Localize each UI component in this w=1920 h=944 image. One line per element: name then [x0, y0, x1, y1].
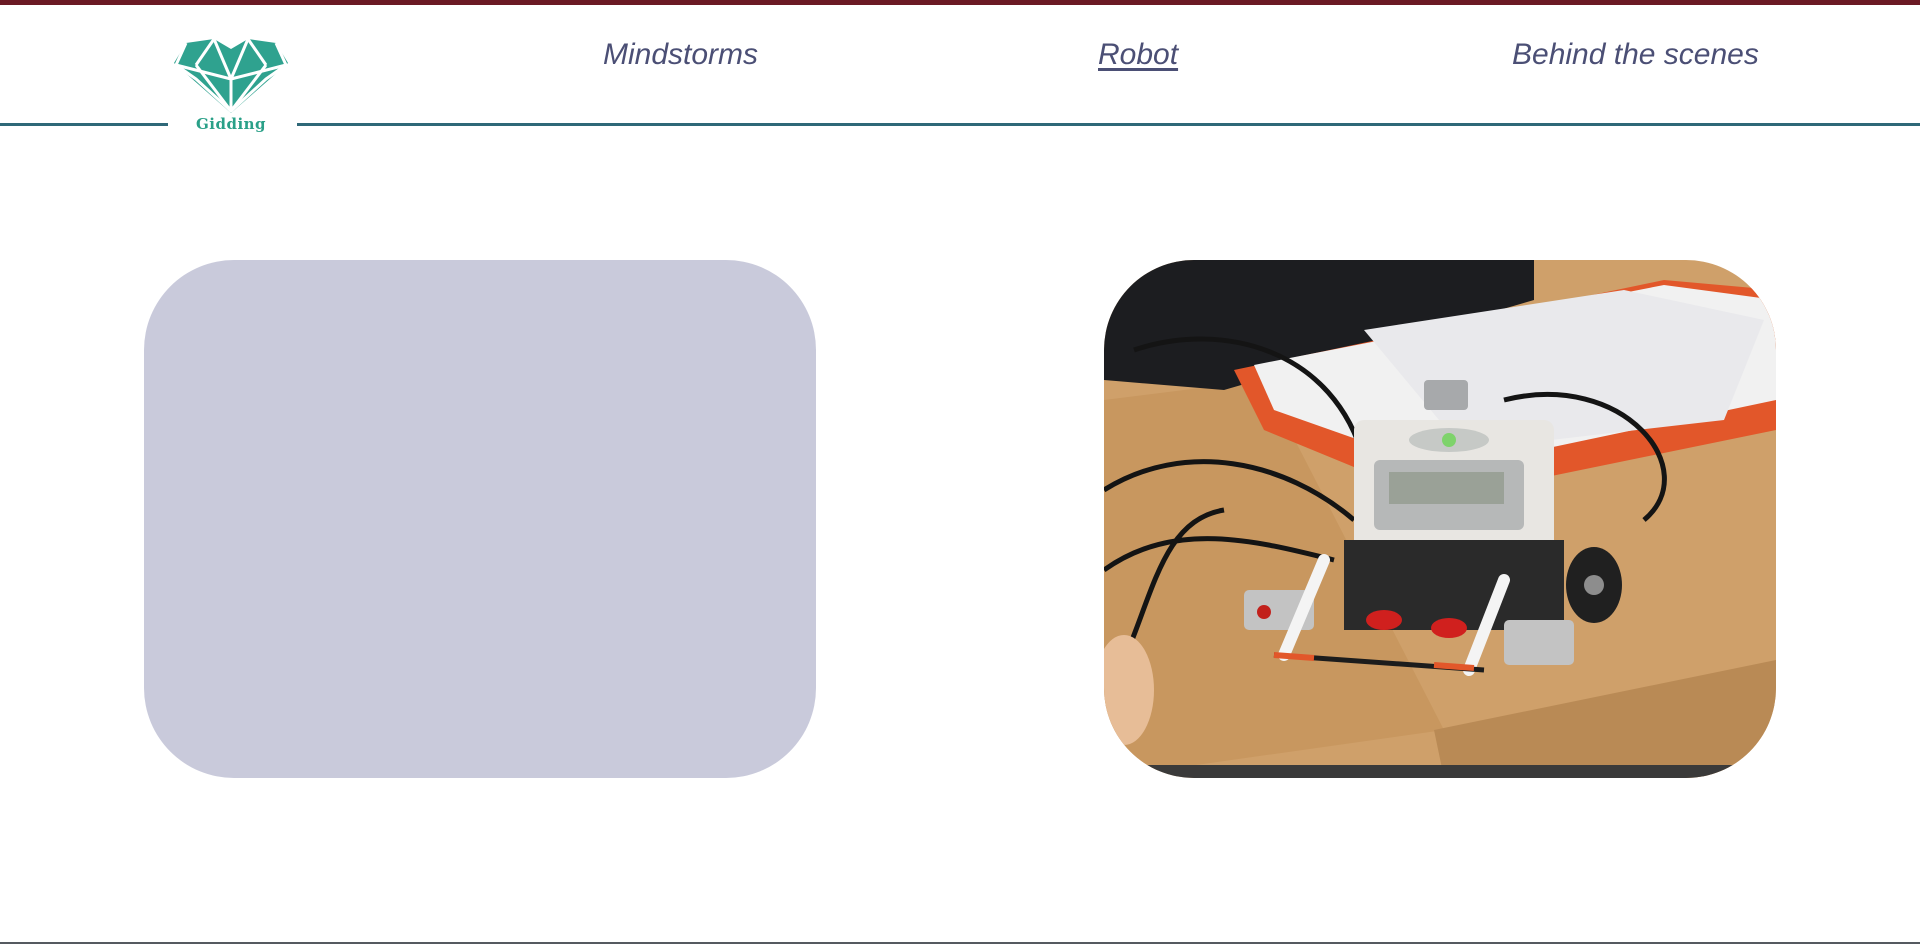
placeholder-panel — [144, 260, 816, 778]
placeholder-block — [144, 260, 816, 778]
header-divider-left — [0, 123, 168, 126]
lego-mindstorms-robot-photo-icon — [1104, 260, 1776, 778]
site-header: Gidding Mindstorms Robot Behind the scen… — [0, 5, 1920, 135]
site-logo[interactable]: Gidding — [166, 35, 296, 139]
logo-wordmark: Gidding — [195, 115, 267, 133]
robot-photo-panel — [1104, 260, 1776, 778]
nav-link-robot[interactable]: Robot — [1098, 35, 1178, 75]
nav-link-mindstorms[interactable]: Mindstorms — [603, 35, 758, 75]
header-divider-right — [297, 123, 1920, 126]
nav-link-behind-the-scenes[interactable]: Behind the scenes — [1512, 35, 1759, 75]
heart-logo-icon — [174, 38, 288, 113]
